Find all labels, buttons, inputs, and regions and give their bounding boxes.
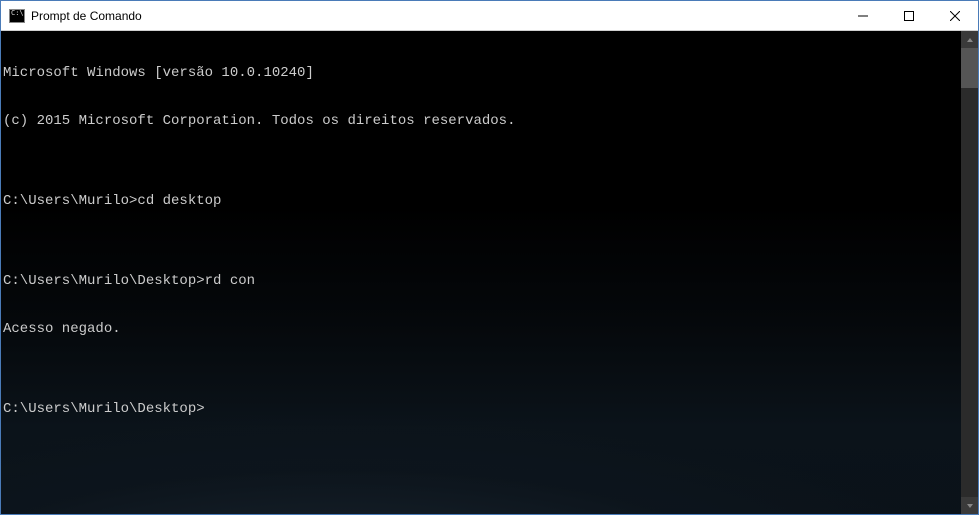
minimize-icon bbox=[858, 11, 868, 21]
maximize-icon bbox=[904, 11, 914, 21]
chevron-up-icon bbox=[966, 36, 974, 44]
window-controls bbox=[840, 1, 978, 30]
close-button[interactable] bbox=[932, 1, 978, 30]
maximize-button[interactable] bbox=[886, 1, 932, 30]
terminal-line: C:\Users\Murilo\Desktop> bbox=[3, 401, 959, 417]
close-icon bbox=[950, 11, 960, 21]
terminal-line: C:\Users\Murilo>cd desktop bbox=[3, 193, 959, 209]
terminal-line: C:\Users\Murilo\Desktop>rd con bbox=[3, 273, 959, 289]
vertical-scrollbar[interactable] bbox=[961, 31, 978, 514]
scroll-thumb[interactable] bbox=[961, 48, 978, 88]
terminal-line: (c) 2015 Microsoft Corporation. Todos os… bbox=[3, 113, 959, 129]
scroll-up-button[interactable] bbox=[961, 31, 978, 48]
terminal-line: Acesso negado. bbox=[3, 321, 959, 337]
titlebar[interactable]: C:\ Prompt de Comando bbox=[1, 1, 978, 31]
terminal-line: Microsoft Windows [versão 10.0.10240] bbox=[3, 65, 959, 81]
chevron-down-icon bbox=[966, 502, 974, 510]
terminal-output[interactable]: Microsoft Windows [versão 10.0.10240] (c… bbox=[1, 31, 961, 514]
app-icon: C:\ bbox=[9, 8, 25, 24]
terminal-area: Microsoft Windows [versão 10.0.10240] (c… bbox=[1, 31, 978, 514]
command-prompt-window: C:\ Prompt de Comando Microsoft Windows … bbox=[0, 0, 979, 515]
scroll-down-button[interactable] bbox=[961, 497, 978, 514]
minimize-button[interactable] bbox=[840, 1, 886, 30]
window-title: Prompt de Comando bbox=[31, 9, 840, 23]
cmd-icon: C:\ bbox=[9, 9, 25, 23]
